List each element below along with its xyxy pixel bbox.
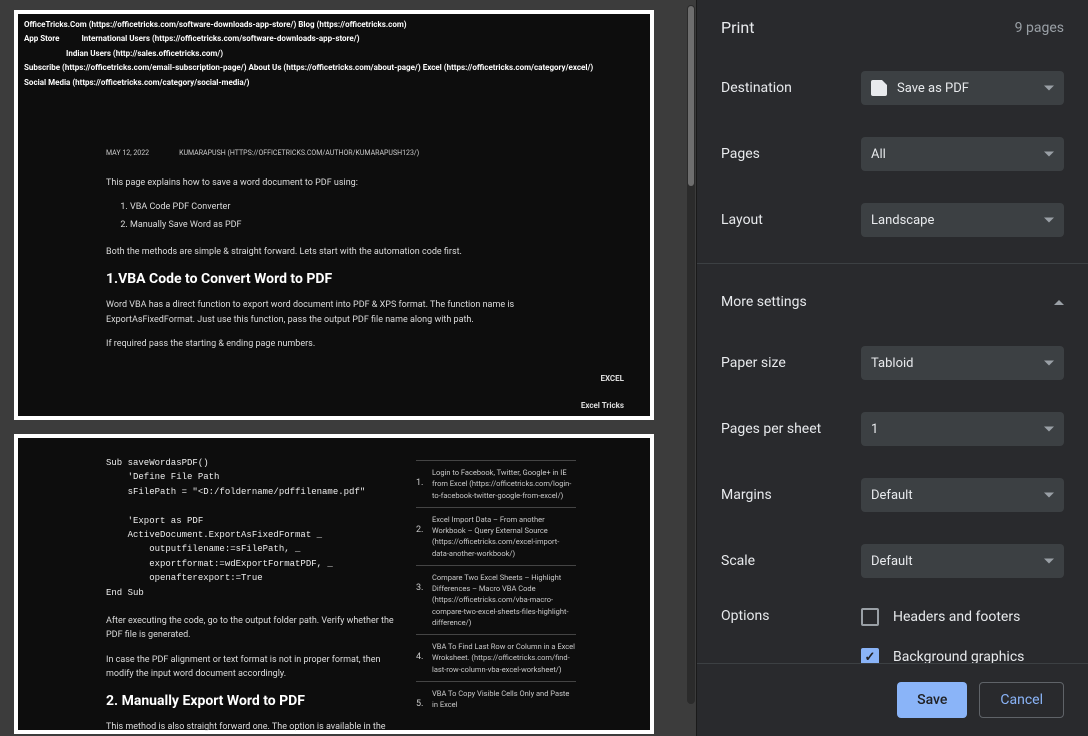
- paper-size-select[interactable]: Tabloid: [861, 346, 1064, 380]
- paragraph: This method is also straight forward one…: [106, 720, 398, 736]
- pages-per-sheet-label: Pages per sheet: [721, 421, 861, 437]
- print-settings-panel: Print 9 pages Destination Save as PDF Pa…: [696, 0, 1088, 736]
- sidebar-labels: EXCEL Excel Tricks: [581, 374, 624, 428]
- paragraph: Both the methods are simple & straight f…: [106, 245, 576, 259]
- sidebar-link: VBA To Find Last Row or Column in a Exce…: [432, 641, 576, 675]
- chevron-down-icon: [1044, 559, 1054, 564]
- scale-label: Scale: [721, 553, 861, 569]
- page-count: 9 pages: [1015, 20, 1064, 36]
- chevron-down-icon: [1044, 427, 1054, 432]
- sidebar-link: Login to Facebook, Twitter, Google+ in I…: [432, 467, 576, 501]
- options-label: Options: [721, 608, 861, 624]
- section-heading: 2. Manually Export Word to PDF: [106, 691, 398, 712]
- pdf-icon: [871, 80, 887, 96]
- nav-line: OfficeTricks.Com (https://officetricks.c…: [24, 18, 644, 32]
- paragraph: In case the PDF alignment or text format…: [106, 653, 398, 682]
- post-meta: MAY 12, 2022KUMARAPUSH (HTTPS://OFFICETR…: [106, 148, 576, 159]
- list-item: VBA Code PDF Converter: [130, 201, 576, 215]
- chevron-down-icon: [1044, 152, 1054, 157]
- pages-label: Pages: [721, 146, 861, 162]
- doc-header-nav: OfficeTricks.Com (https://officetricks.c…: [18, 14, 650, 94]
- paragraph: After executing the code, go to the outp…: [106, 614, 398, 643]
- pages-per-sheet-select[interactable]: 1: [861, 412, 1064, 446]
- print-preview-area: OfficeTricks.Com (https://officetricks.c…: [0, 0, 696, 736]
- layout-select[interactable]: Landscape: [861, 203, 1064, 237]
- nav-line: International Users (https://officetrick…: [59, 32, 359, 46]
- preview-page-1: OfficeTricks.Com (https://officetricks.c…: [14, 10, 654, 420]
- paragraph: Word VBA has a direct function to export…: [106, 298, 576, 327]
- list-item: Manually Save Word as PDF: [130, 219, 576, 233]
- nav-line: App Store: [24, 32, 59, 46]
- chevron-down-icon: [1044, 86, 1054, 91]
- destination-select[interactable]: Save as PDF: [861, 71, 1064, 105]
- pages-select[interactable]: All: [861, 137, 1064, 171]
- nav-line: Subscribe (https://officetricks.com/emai…: [24, 61, 644, 75]
- sidebar-link: Excel Import Data – From another Workboo…: [432, 514, 576, 559]
- section-heading: 1.VBA Code to Convert Word to PDF: [106, 269, 576, 290]
- sidebar-link: VBA To Copy Visible Cells Only and Paste…: [432, 688, 576, 711]
- background-graphics-label: Background graphics: [893, 649, 1024, 663]
- chevron-up-icon: [1054, 300, 1064, 305]
- code-block: Sub saveWordasPDF() 'Define File Path sF…: [106, 456, 398, 600]
- margins-select[interactable]: Default: [861, 478, 1064, 512]
- preview-page-2: Sub saveWordasPDF() 'Define File Path sF…: [14, 434, 654, 734]
- background-graphics-checkbox[interactable]: [861, 648, 879, 663]
- chevron-down-icon: [1044, 218, 1054, 223]
- doc-sidebar: 1.Login to Facebook, Twitter, Google+ in…: [416, 448, 576, 736]
- chevron-down-icon: [1044, 361, 1054, 366]
- panel-title: Print: [721, 18, 754, 37]
- sidebar-link: Compare Two Excel Sheets – Highlight Dif…: [432, 572, 576, 628]
- nav-line: Social Media (https://officetricks.com/c…: [24, 76, 644, 90]
- save-button[interactable]: Save: [897, 682, 967, 718]
- method-list: VBA Code PDF Converter Manually Save Wor…: [130, 201, 576, 233]
- paper-size-label: Paper size: [721, 355, 861, 371]
- headers-footers-checkbox[interactable]: [861, 608, 879, 626]
- layout-label: Layout: [721, 212, 861, 228]
- scale-select[interactable]: Default: [861, 544, 1064, 578]
- cancel-button[interactable]: Cancel: [979, 682, 1064, 718]
- destination-label: Destination: [721, 80, 861, 96]
- chevron-down-icon: [1044, 493, 1054, 498]
- margins-label: Margins: [721, 487, 861, 503]
- paragraph: This page explains how to save a word do…: [106, 176, 576, 190]
- headers-footers-label: Headers and footers: [893, 609, 1020, 625]
- nav-line: Indian Users (http://sales.officetricks.…: [24, 47, 644, 61]
- preview-scrollbar[interactable]: [687, 5, 695, 704]
- more-settings-toggle[interactable]: More settings: [721, 274, 1064, 330]
- paragraph: If required pass the starting & ending p…: [106, 337, 576, 351]
